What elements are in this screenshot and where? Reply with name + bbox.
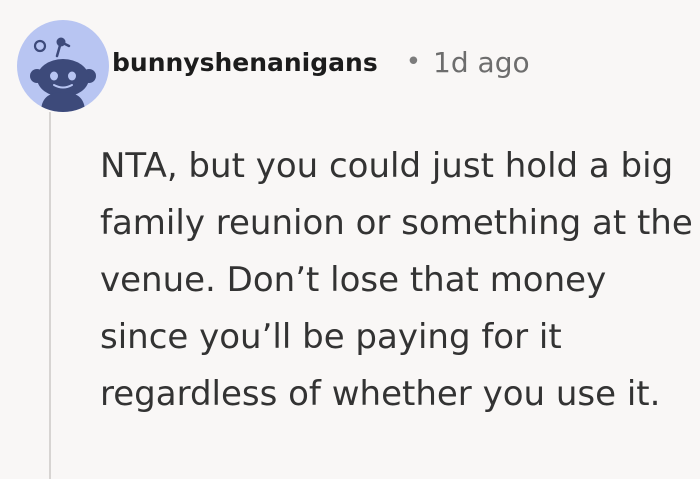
snoo-avatar-icon [30, 37, 96, 112]
meta-separator: • [405, 47, 422, 77]
comment-body: NTA, but you could just hold a big famil… [100, 146, 693, 414]
comment-header: bunnyshenanigans • 1d ago [112, 40, 530, 84]
comment-author[interactable]: bunnyshenanigans [112, 48, 378, 77]
comment-timestamp[interactable]: 1d ago [433, 46, 530, 79]
comment-thread-line [49, 112, 51, 479]
user-avatar[interactable] [17, 20, 109, 112]
